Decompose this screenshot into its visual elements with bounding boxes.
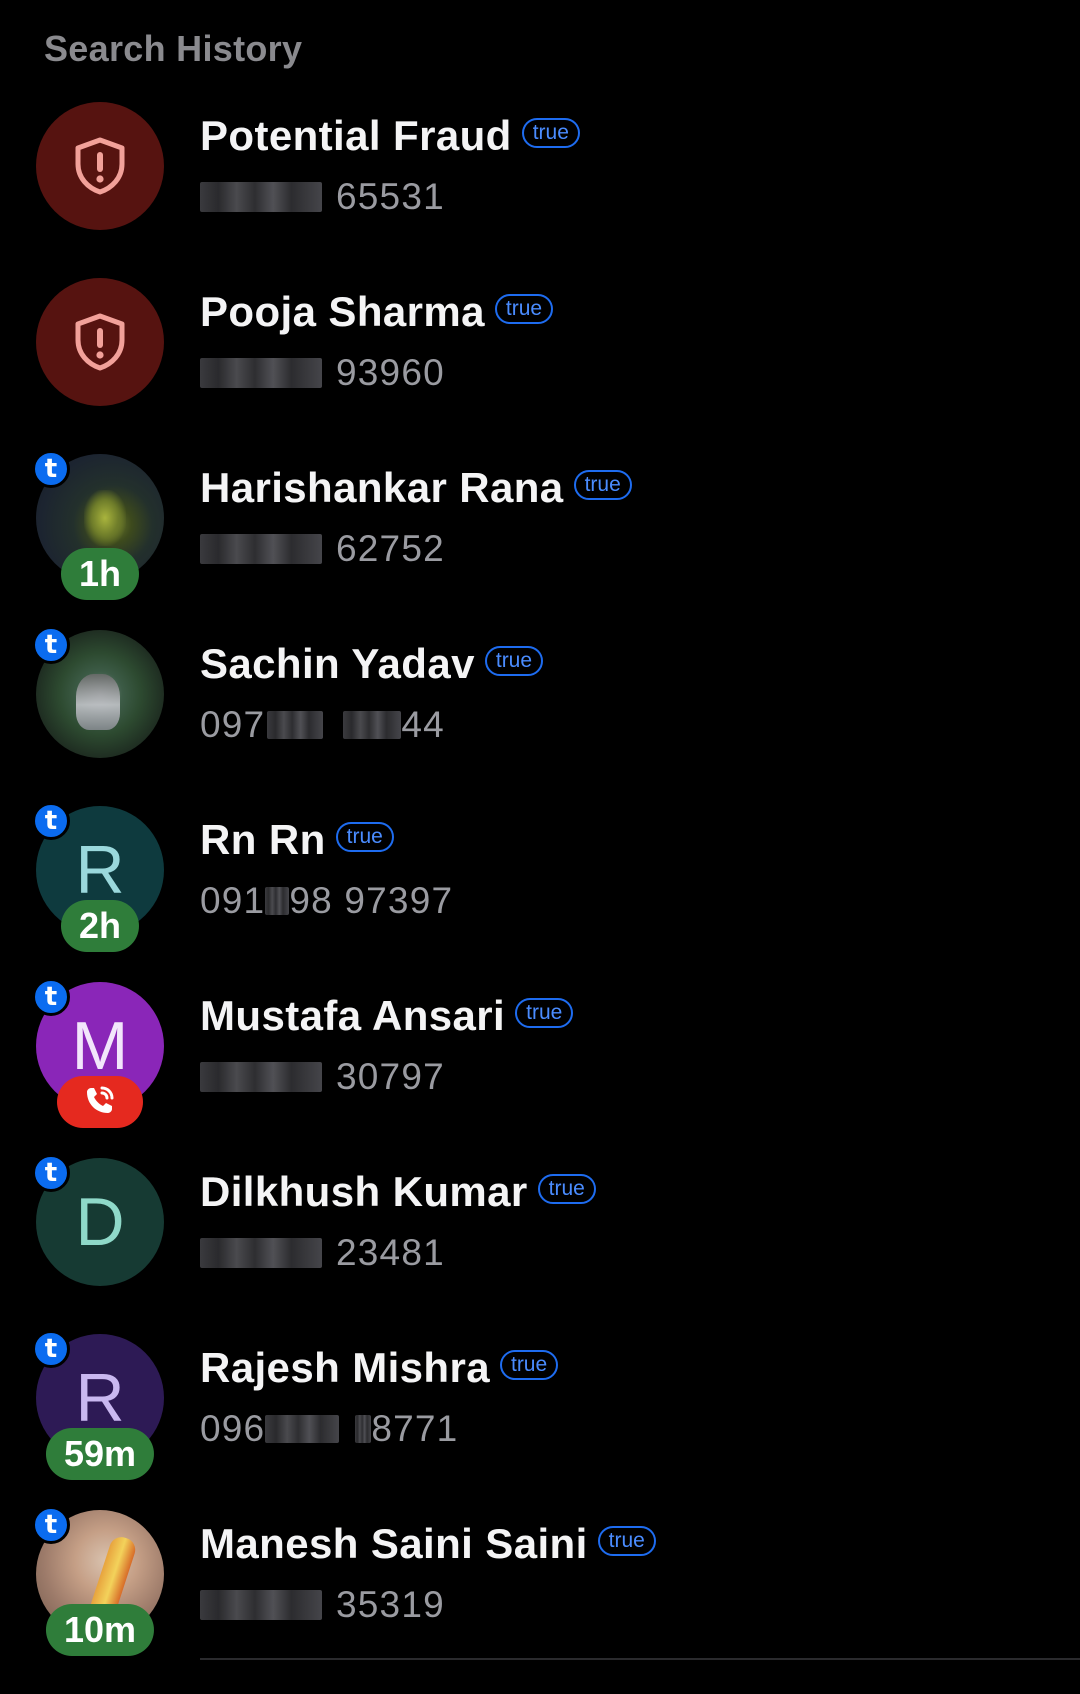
number-prefix: 096 (200, 1408, 266, 1449)
section-title: Search History (44, 28, 303, 69)
time-badge: 2h (60, 900, 140, 952)
truecaller-t-icon: t (32, 626, 70, 664)
contact-name: Pooja Sharma (200, 288, 485, 335)
true-badge: true (597, 1526, 656, 1556)
truecaller-t-icon: t (32, 978, 70, 1016)
list-item[interactable]: D t Dilkhush Kumar true 23481 (0, 1154, 1080, 1332)
contact-name: Harishankar Rana (200, 464, 564, 511)
number-visible: 65531 (336, 176, 445, 217)
redacted-digits (343, 711, 402, 739)
call-badge (57, 1076, 143, 1128)
divider (200, 1658, 1080, 1660)
redacted-digits (200, 1590, 322, 1620)
true-badge: true (521, 118, 580, 148)
truecaller-t-icon: t (32, 1330, 70, 1368)
truecaller-t-icon: t (32, 1506, 70, 1544)
contact-name: Sachin Yadav (200, 640, 475, 687)
redacted-digits (355, 1415, 372, 1443)
number-suffix: 98 97397 (289, 880, 454, 921)
avatar[interactable] (36, 278, 164, 406)
avatar[interactable]: t 10m (32, 1506, 164, 1656)
number-visible: 62752 (336, 528, 445, 569)
redacted-digits (265, 887, 290, 915)
avatar[interactable]: D t (32, 1154, 164, 1286)
phone-number: 35319 (200, 1584, 445, 1626)
redacted-digits (200, 1238, 322, 1268)
redacted-digits (200, 358, 322, 388)
redacted-digits (267, 711, 324, 739)
list-item[interactable]: Pooja Sharma true 93960 (0, 276, 1080, 452)
phone-number: 62752 (200, 528, 445, 570)
true-badge: true (515, 998, 574, 1028)
avatar[interactable]: R t 2h (32, 802, 164, 952)
number-prefix: 091 (200, 880, 266, 921)
phone-number: 097 44 (200, 704, 445, 746)
true-badge: true (335, 822, 394, 852)
contact-name: Dilkhush Kumar (200, 1168, 528, 1215)
contact-name: Mustafa Ansari (200, 992, 506, 1039)
truecaller-t-icon: t (32, 1154, 70, 1192)
number-visible: 30797 (336, 1056, 445, 1097)
true-badge: true (573, 470, 632, 500)
true-badge: true (484, 646, 544, 676)
number-visible: 23481 (336, 1232, 445, 1273)
avatar-fraud (36, 102, 164, 230)
avatar[interactable]: t (32, 626, 164, 758)
list-item[interactable]: M t Mustafa Ansari true 30797 (0, 978, 1080, 1156)
avatar[interactable]: t 1h (32, 450, 164, 600)
contact-name: Potential Fraud (200, 112, 512, 159)
contact-name: Rn Rn (200, 816, 326, 863)
avatar-fraud (36, 278, 164, 406)
phone-number: 65531 (200, 176, 445, 218)
truecaller-t-icon: t (32, 802, 70, 840)
number-prefix: 097 (200, 704, 266, 745)
number-visible: 93960 (336, 352, 445, 393)
contact-name: Rajesh Mishra (200, 1344, 490, 1391)
list-item[interactable]: R t 59m Rajesh Mishra true 096 8771 (0, 1330, 1080, 1508)
list-item[interactable]: t Sachin Yadav true 097 44 (0, 626, 1080, 804)
phone-ringing-icon (80, 1080, 120, 1125)
avatar[interactable]: R t 59m (32, 1330, 164, 1480)
true-badge: true (494, 294, 554, 324)
number-suffix: 44 (401, 704, 445, 745)
contact-name: Manesh Saini Saini (200, 1520, 588, 1567)
search-history-list: Potential Fraud true 65531 Pooja Sharma (0, 100, 1080, 1684)
phone-number: 23481 (200, 1232, 445, 1274)
redacted-digits (265, 1415, 340, 1443)
list-item[interactable]: R t 2h Rn Rn true 091 98 97397 (0, 802, 1080, 980)
number-suffix: 8771 (371, 1408, 459, 1449)
shield-alert-icon (72, 312, 128, 372)
phone-number: 096 8771 (200, 1408, 458, 1450)
list-item[interactable]: t 1h Harishankar Rana true 62752 (0, 450, 1080, 628)
redacted-digits (200, 1062, 322, 1092)
list-item[interactable]: Potential Fraud true 65531 (0, 100, 1080, 276)
time-badge: 10m (45, 1604, 155, 1656)
redacted-digits (200, 534, 322, 564)
redacted-digits (200, 182, 322, 212)
avatar[interactable]: M t (32, 978, 164, 1128)
phone-number: 30797 (200, 1056, 445, 1098)
true-badge: true (499, 1350, 559, 1380)
true-badge: true (537, 1174, 596, 1204)
time-badge: 59m (45, 1428, 155, 1480)
phone-number: 93960 (200, 352, 445, 394)
shield-alert-icon (72, 136, 128, 196)
truecaller-t-icon: t (32, 450, 70, 488)
avatar[interactable] (36, 102, 164, 230)
number-visible: 35319 (336, 1584, 445, 1625)
time-badge: 1h (60, 548, 140, 600)
phone-number: 091 98 97397 (200, 880, 453, 922)
